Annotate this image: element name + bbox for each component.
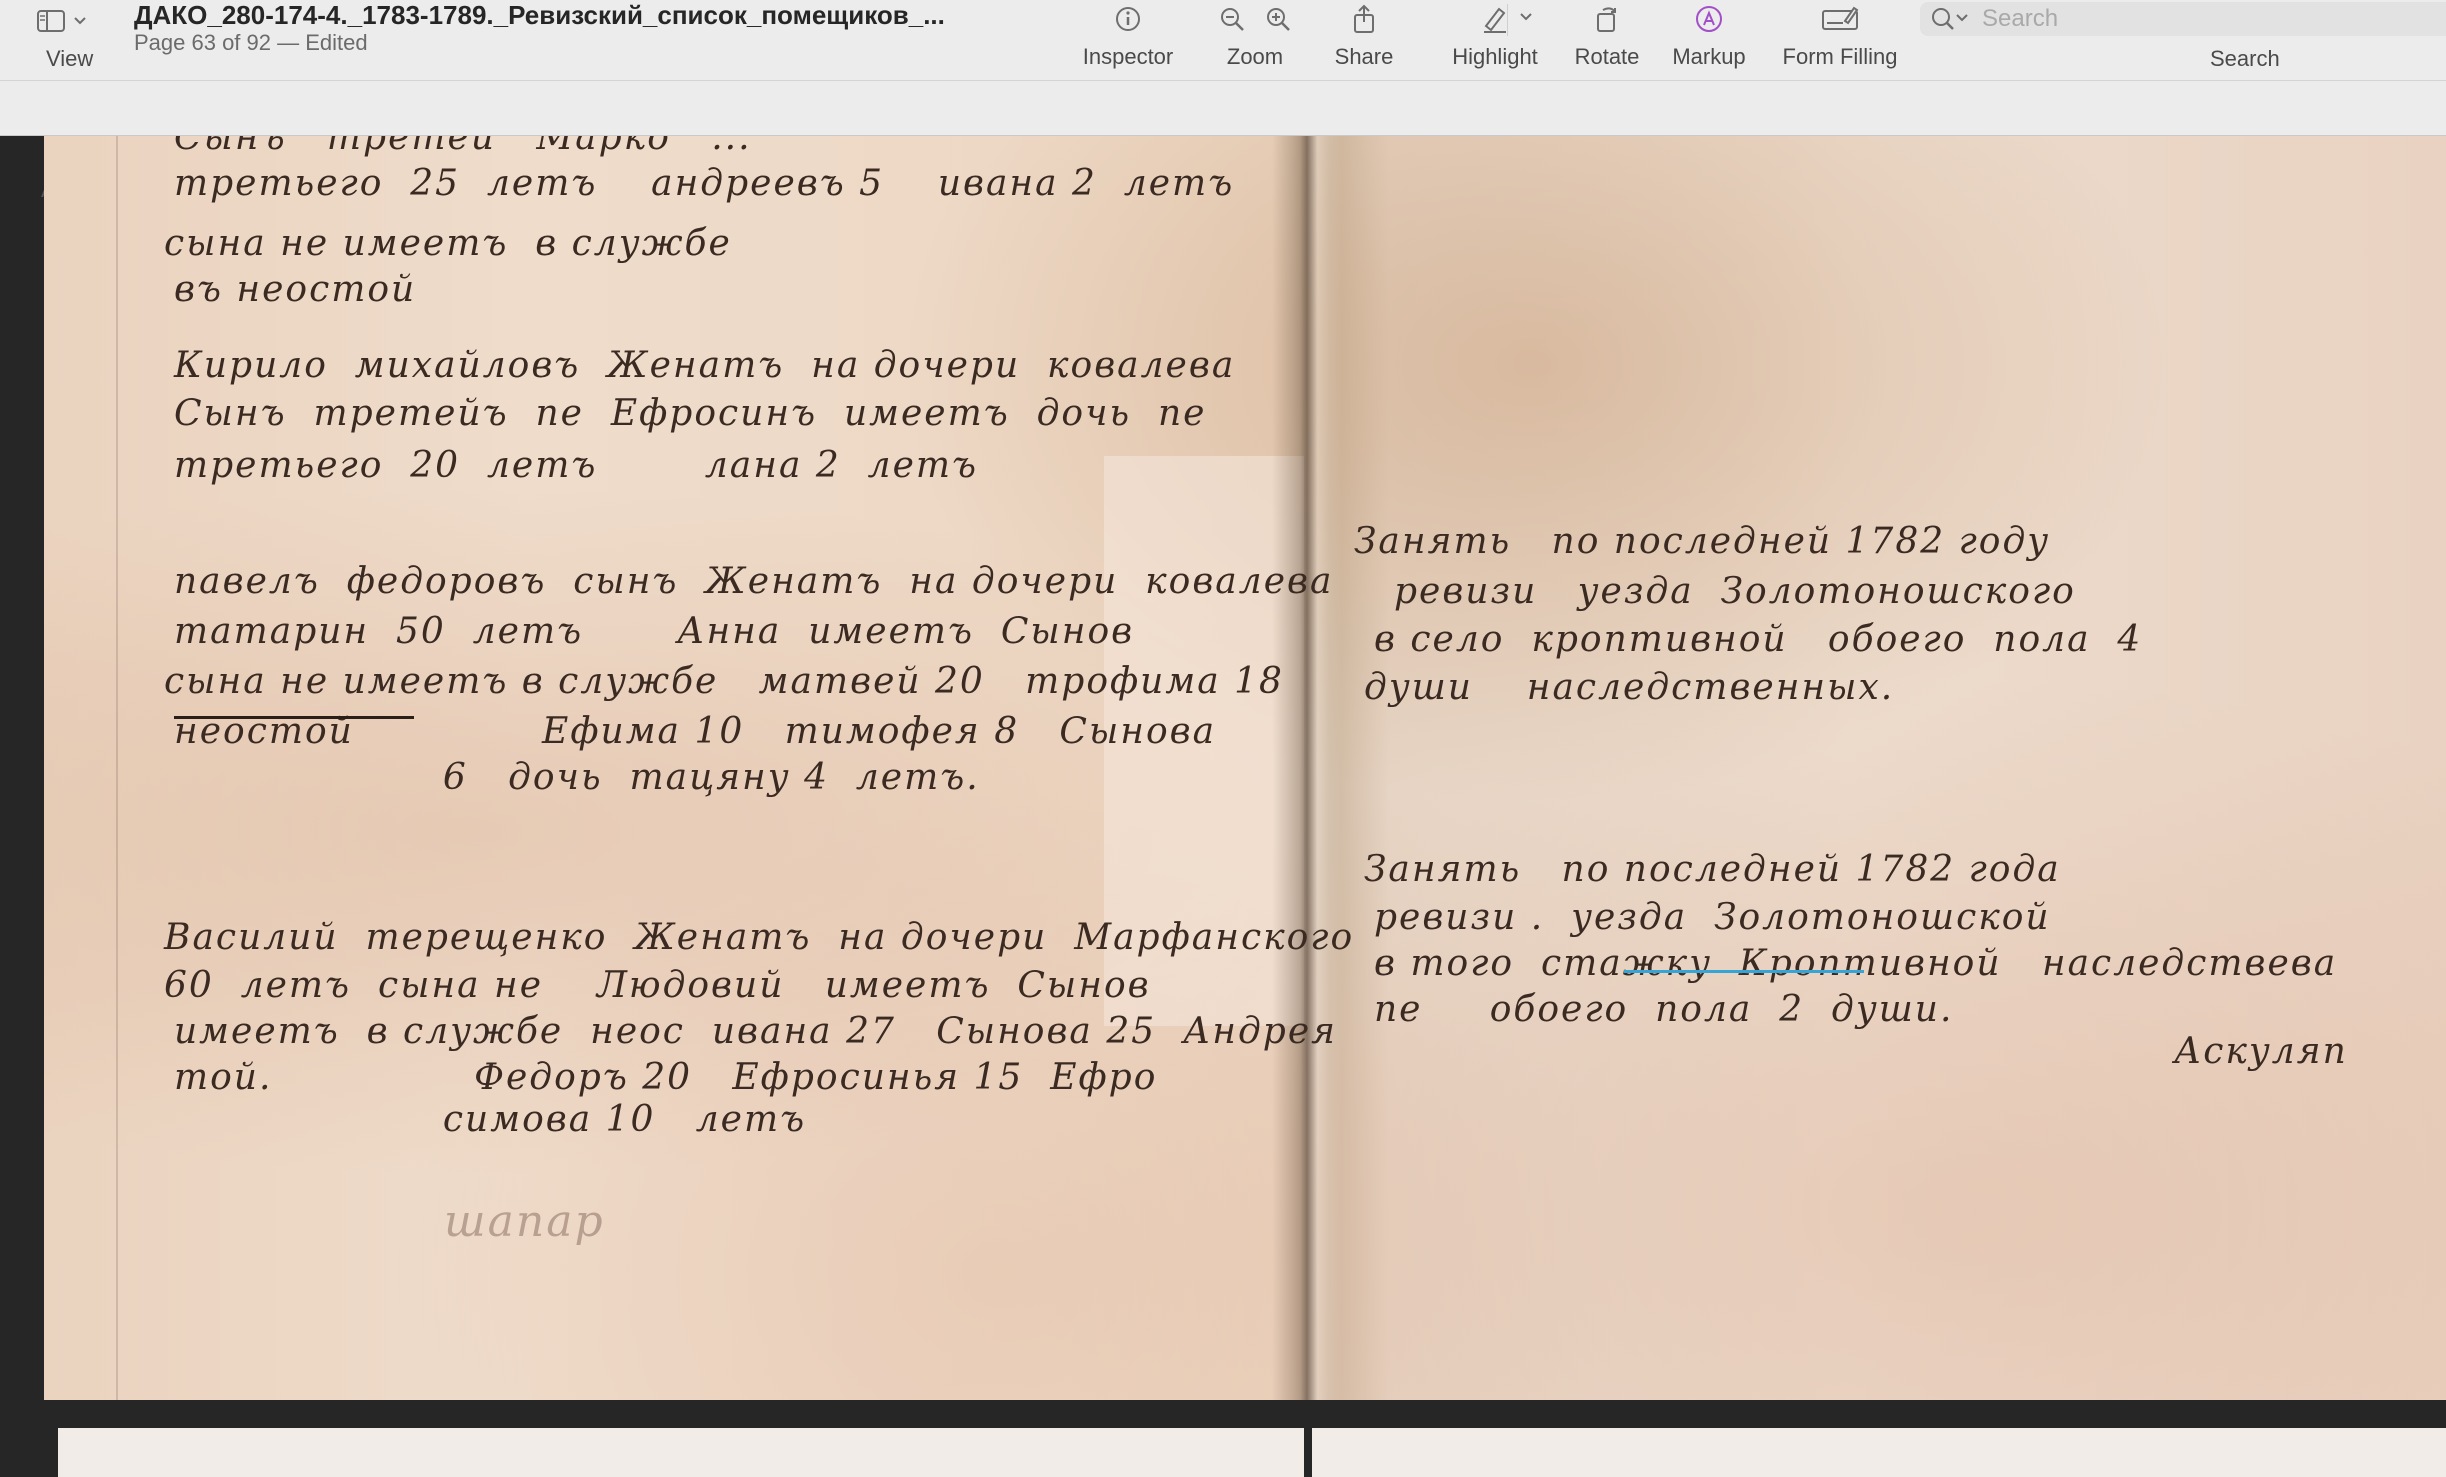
preview-toolbar: View ДАКО_280-174-4._1783-1789._Ревизски… [0,0,2446,81]
chevron-down-icon [74,17,86,25]
form-filling-button[interactable]: Form Filling [1772,0,1908,80]
next-page-right [1312,1428,2446,1477]
page-fold [1272,136,1342,1400]
handwritten-line: Занять по последней 1782 году [1354,521,2051,562]
zoom-out-icon[interactable] [1218,5,1246,33]
handwritten-line: в того стажку Кроптивной наследствева [1374,943,2338,984]
rotate-label: Rotate [1574,44,1640,69]
rotate-icon [1597,7,1616,32]
highlight-pen-icon [1484,7,1506,33]
search-icon [1932,8,1968,30]
signature: Аскуляп [2174,1031,2348,1072]
handwritten-line: павелъ федоровъ сынъ Женатъ на дочери ко… [174,561,1334,602]
faint-signature: шапар [444,1196,605,1247]
handwritten-line: пе обоего пола 2 души. [1374,989,1954,1030]
zoom-in-icon[interactable] [1264,5,1292,33]
search-label: Search [2210,46,2280,71]
zoom-label: Zoom [1226,44,1284,69]
handwritten-line: третьего 25 летъ андреевъ 5 ивана 2 летъ [174,163,1235,204]
markup-icon [1696,6,1722,32]
zoom-button[interactable]: Zoom [1200,0,1310,80]
handwritten-line: неостой Ефима 10 тимофея 8 Сынова [174,711,1217,752]
inspector-label: Inspector [1082,44,1174,69]
handwritten-line: 6 дочь тацяну 4 летъ. [174,757,980,798]
form-filling-label: Form Filling [1782,44,1898,69]
handwritten-line: татарин 50 летъ Анна имеетъ Сынов [174,611,1135,652]
document-page: Сынъ третей Марко ... третьего 25 летъ а… [44,136,2446,1400]
share-icon [1354,4,1374,33]
page-status: Page 63 of 92 — Edited [134,30,368,55]
form-filling-icon [1822,6,1859,30]
search-field[interactable] [1920,2,2446,36]
handwritten-line: Сынъ третейъ пе Ефросинъ имеетъ дочь пе [174,393,1207,434]
handwritten-line: сына не имеетъ в службе [164,223,732,264]
handwritten-line: имеетъ в службе неос ивана 27 Сынова 25 … [174,1011,1337,1052]
handwritten-line: сына не имеетъ в службе матвей 20 трофим… [164,661,1284,702]
markup-toolbar: A A Aa [0,81,2446,204]
search-input[interactable] [1980,4,2404,34]
info-icon [1116,7,1140,31]
handwritten-line: въ неостой [174,269,417,310]
share-button[interactable]: Share [1314,0,1414,80]
handwritten-line: ревизи . уезда Золотоношской [1374,897,2051,938]
inspector-button[interactable]: Inspector [1078,0,1178,80]
handwritten-line: души наследственных. [1364,667,1895,708]
handwritten-line: ревизи уезда Золотоношского [1394,571,2076,612]
handwritten-line: Занять по последней 1782 года [1364,849,2061,890]
ink-underline [174,716,414,719]
view-label: View [46,46,94,71]
chevron-down-icon [1520,13,1532,21]
highlight-separator [1507,4,1508,36]
sidebar-icon [37,10,65,32]
handwritten-line: Кирило михайловъ Женатъ на дочери ковале… [174,345,1236,386]
sidebar-toggle-button[interactable] [36,4,104,38]
next-page-left [58,1428,1304,1477]
markup-label: Markup [1672,44,1746,69]
handwritten-line: симова 10 летъ [174,1099,807,1140]
handwritten-line: Василий терещенко Женатъ на дочери Марфа… [164,917,1355,958]
margin-line [116,136,118,1400]
handwritten-line: третьего 20 летъ лана 2 летъ [174,445,979,486]
highlight-menu-button[interactable] [1518,10,1534,28]
handwritten-line: в село кроптивной обоего пола 4 [1374,619,2143,660]
handwritten-line: 60 летъ сына не Людовий имеетъ Сынов [164,965,1151,1006]
highlight-label: Highlight [1452,44,1538,69]
rotate-button[interactable]: Rotate [1562,0,1652,80]
document-title: ДАКО_280-174-4._1783-1789._Ревизский_спи… [134,0,945,30]
blue-annotation-line[interactable] [1624,970,1864,973]
share-label: Share [1334,44,1394,69]
markup-button[interactable]: Markup [1664,0,1754,80]
